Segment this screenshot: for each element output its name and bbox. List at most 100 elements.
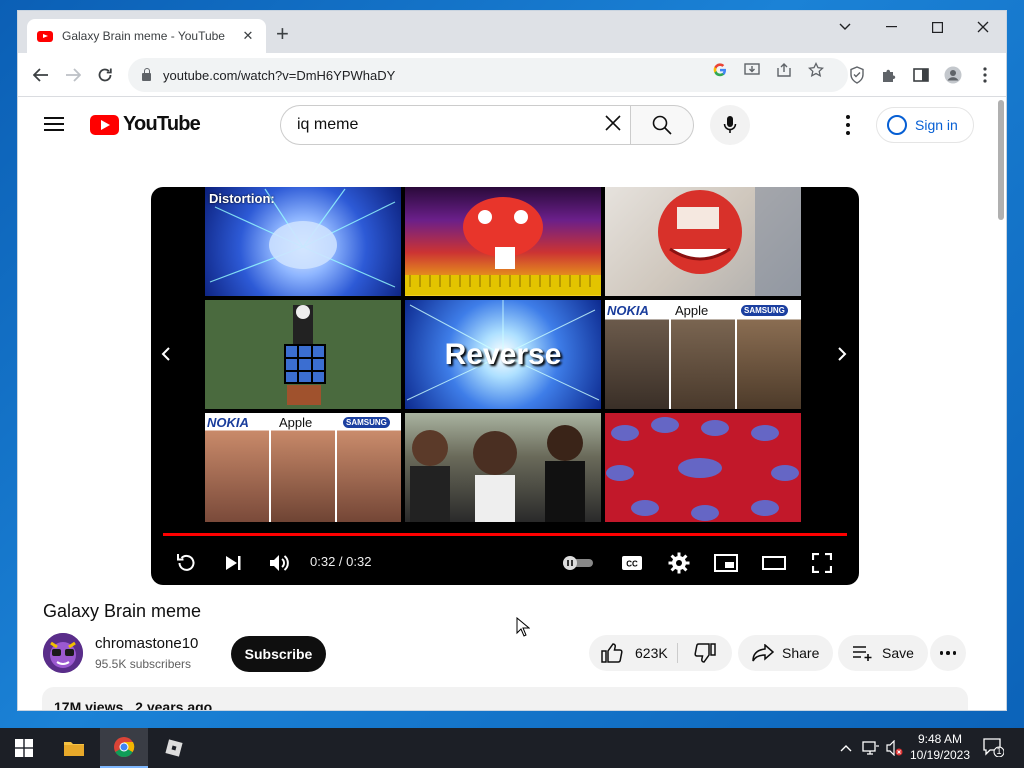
next-video-icon[interactable] [221, 550, 245, 576]
video-title: Galaxy Brain meme [43, 601, 202, 621]
voice-search-button[interactable] [710, 105, 750, 145]
settings-menu-icon[interactable] [844, 115, 852, 135]
sidebar-icon[interactable] [912, 66, 930, 84]
guide-menu-icon[interactable] [44, 117, 64, 131]
minimize-icon[interactable] [868, 11, 914, 43]
video-frame: Distortion: Reverse NOKIA Apple SAMSUNG … [205, 187, 803, 525]
galaxy-brain-cell-3 [605, 187, 801, 296]
system-clock[interactable]: 9:48 AM 10/19/2023 [904, 731, 976, 763]
share-button[interactable]: Share [738, 635, 834, 671]
samsung-label-2: SAMSUNG [343, 417, 390, 428]
file-explorer-button[interactable] [50, 728, 98, 768]
show-hidden-icons-chevron-icon[interactable] [840, 740, 852, 755]
folder-icon [64, 742, 84, 756]
autoplay-toggle[interactable] [561, 550, 595, 576]
galaxy-brain-cell-4 [205, 300, 401, 409]
galaxy-brain-cell-9 [605, 413, 801, 522]
galaxy-brain-cell-2 [405, 187, 601, 296]
close-window-icon[interactable] [960, 11, 1006, 43]
microphone-icon [723, 116, 737, 133]
clear-search-icon[interactable] [604, 114, 622, 136]
share-page-icon[interactable] [776, 62, 792, 78]
youtube-favicon-icon [37, 30, 53, 42]
apple-label: Apple [675, 303, 709, 318]
samsung-label: SAMSUNG [741, 305, 788, 316]
puzzle-extensions-icon[interactable] [880, 66, 898, 84]
bookmark-star-icon[interactable] [808, 62, 824, 78]
back-icon[interactable] [30, 64, 52, 86]
shield-extension-icon[interactable] [848, 66, 866, 84]
svg-text:CC: CC [626, 560, 638, 569]
share-label: Share [782, 645, 820, 661]
clock-date: 10/19/2023 [909, 748, 971, 762]
volume-icon[interactable] [267, 550, 293, 576]
theater-mode-icon[interactable] [761, 550, 787, 576]
like-count: 623K [635, 645, 668, 661]
windows-logo-icon [15, 739, 33, 757]
page-scrollbar[interactable] [996, 97, 1006, 710]
start-button[interactable] [0, 728, 48, 768]
scrollbar-thumb[interactable] [998, 100, 1004, 220]
roblox-taskbar-button[interactable] [150, 728, 198, 768]
save-button[interactable]: Save [838, 635, 928, 671]
galaxy-brain-cell-5: Reverse [405, 300, 601, 409]
description-box[interactable]: 17M views 2 years ago [42, 687, 968, 711]
apple-label-2: Apple [279, 415, 313, 430]
reload-icon[interactable] [94, 64, 116, 86]
replay-icon[interactable] [173, 550, 199, 576]
video-player[interactable]: Distortion: Reverse NOKIA Apple SAMSUNG … [151, 187, 859, 585]
next-arrow-icon[interactable] [837, 345, 847, 368]
fullscreen-icon[interactable] [809, 550, 835, 576]
progress-bar[interactable] [163, 533, 847, 536]
address-bar[interactable]: youtube.com/watch?v=DmH6YPWhaDY [128, 58, 848, 92]
tab-search-chevron-icon[interactable] [822, 11, 868, 43]
volume-muted-tray-icon[interactable] [886, 739, 904, 759]
captions-icon[interactable]: CC [619, 550, 645, 576]
add-to-playlist-icon [853, 646, 872, 661]
address-url[interactable]: youtube.com/watch?v=DmH6YPWhaDY [163, 68, 395, 83]
search-input[interactable] [297, 116, 587, 134]
network-icon[interactable] [862, 740, 880, 759]
maximize-icon[interactable] [914, 11, 960, 43]
upload-age: 2 years ago [135, 699, 213, 711]
galaxy-brain-cell-1: Distortion: [205, 187, 401, 296]
distortion-label: Distortion: [209, 191, 275, 206]
miniplayer-icon[interactable] [713, 550, 739, 576]
nokia-label: NOKIA [607, 303, 649, 318]
galaxy-brain-cell-6: NOKIA Apple SAMSUNG [605, 300, 801, 409]
sign-in-label: Sign in [915, 117, 958, 133]
google-icon[interactable] [712, 62, 728, 78]
chrome-menu-icon[interactable] [976, 66, 994, 84]
previous-arrow-icon[interactable] [161, 345, 171, 368]
search-button[interactable] [630, 105, 694, 145]
lock-icon[interactable] [142, 67, 151, 81]
youtube-logo[interactable]: YouTube [90, 113, 201, 136]
more-actions-button[interactable] [930, 635, 966, 671]
like-button[interactable]: 623K [589, 635, 677, 671]
nokia-label-2: NOKIA [207, 415, 249, 430]
search-box[interactable] [280, 105, 630, 145]
dislike-button[interactable] [678, 635, 732, 671]
channel-name[interactable]: chromastone10 [95, 635, 198, 652]
time-display: 0:32 / 0:32 [310, 554, 372, 569]
channel-avatar[interactable] [43, 633, 83, 673]
like-dislike-group: 623K [589, 635, 732, 671]
subscriber-count: 95.5K subscribers [95, 657, 192, 671]
new-tab-icon[interactable]: + [276, 23, 289, 45]
forward-icon[interactable] [62, 64, 84, 86]
settings-gear-icon[interactable] [666, 550, 692, 576]
tab-youtube[interactable]: Galaxy Brain meme - YouTube ✕ [27, 19, 266, 53]
notification-center-icon[interactable]: 1 [982, 737, 1005, 758]
tab-title: Galaxy Brain meme - YouTube [62, 29, 225, 43]
chrome-taskbar-button[interactable] [100, 728, 148, 768]
search-icon [652, 115, 672, 135]
install-app-icon[interactable] [744, 62, 760, 78]
save-label: Save [882, 645, 914, 661]
tab-close-icon[interactable]: ✕ [240, 28, 256, 44]
youtube-logo-text: YouTube [123, 113, 201, 135]
sign-in-button[interactable]: Sign in [876, 107, 974, 143]
subscribe-button[interactable]: Subscribe [231, 636, 326, 672]
notification-count: 1 [996, 746, 1002, 756]
profile-icon[interactable] [944, 66, 962, 84]
share-arrow-icon [752, 644, 774, 662]
